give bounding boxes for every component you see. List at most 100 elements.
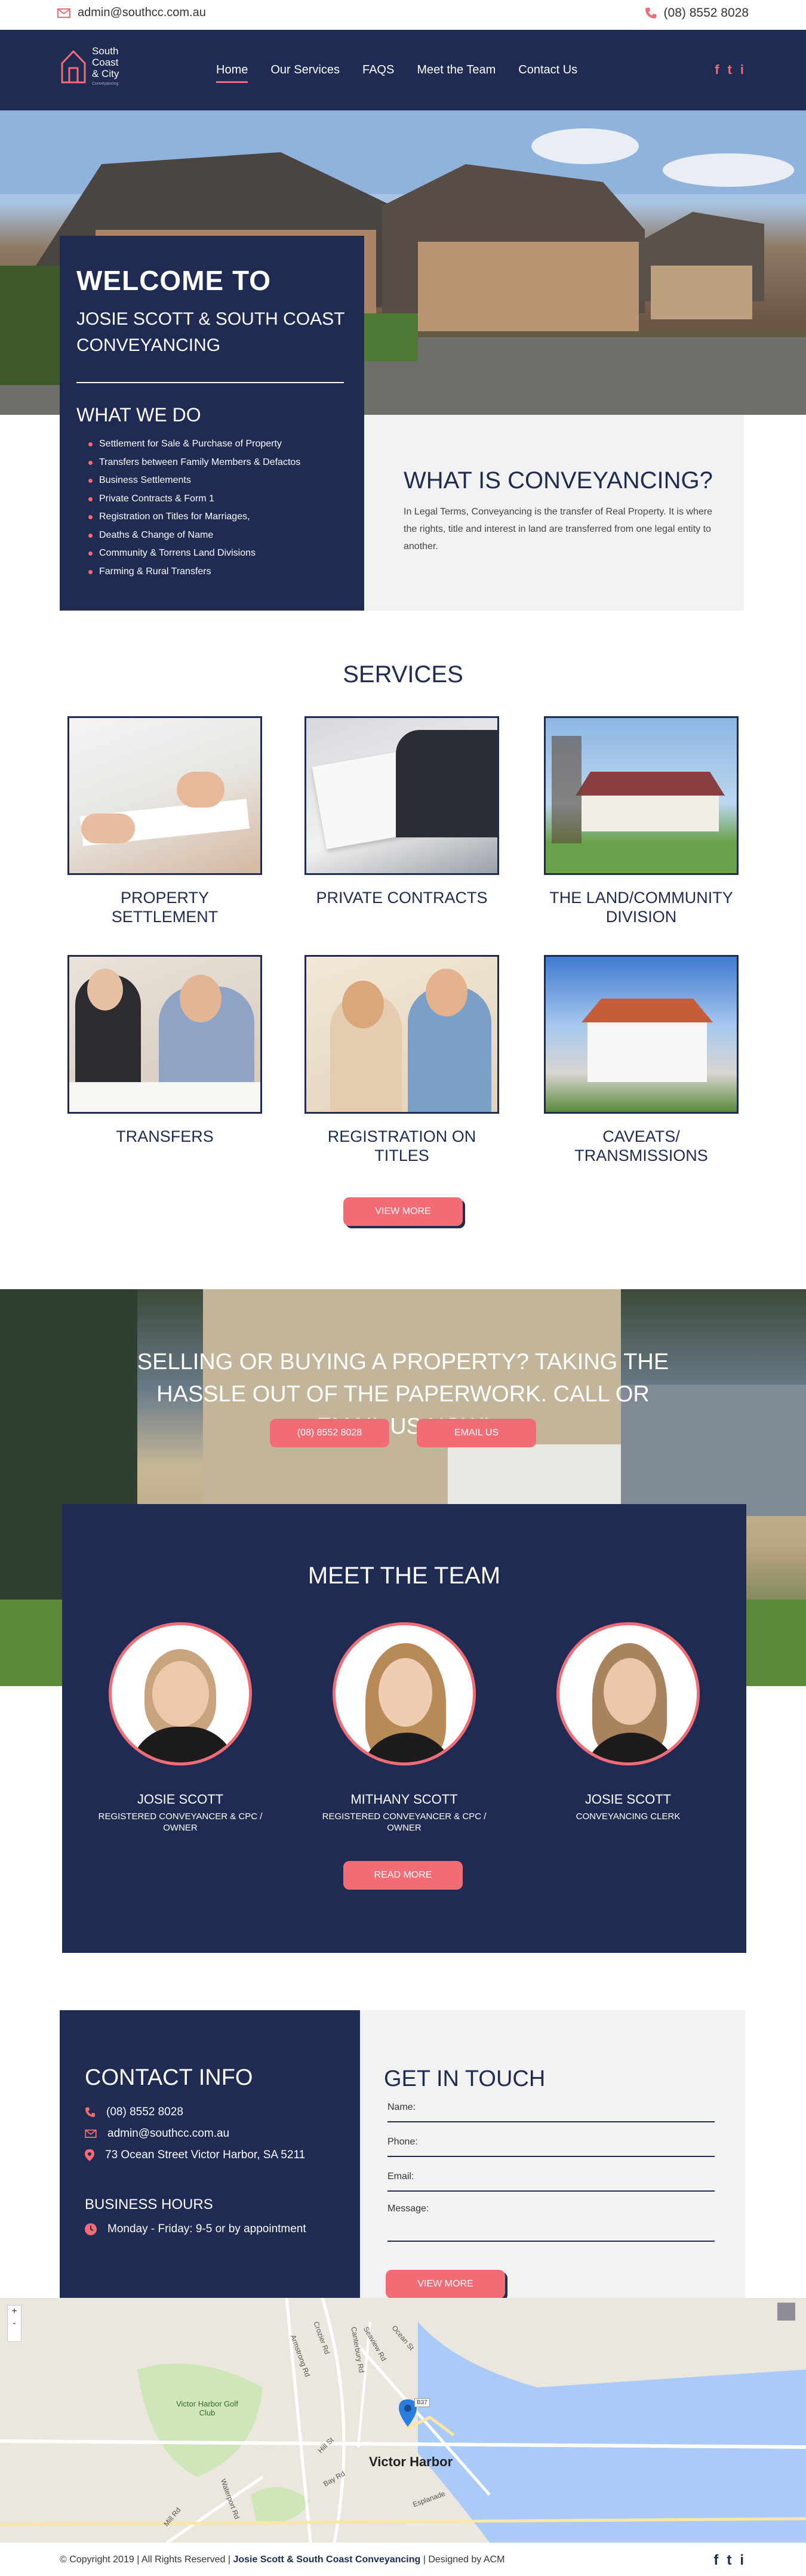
list-item: Deaths & Change of Name — [88, 526, 300, 545]
email-field[interactable]: Email: — [387, 2171, 715, 2192]
view-more-button[interactable]: VIEW MORE — [343, 1197, 463, 1226]
contact-address: 73 Ocean Street Victor Harbor, SA 5211 — [85, 2149, 305, 2162]
name-field[interactable]: Name: — [387, 2102, 715, 2122]
main-nav: South Coast & City Conveyancing Home Our… — [0, 30, 806, 110]
logo-line1: South — [92, 45, 119, 57]
zoom-out-button[interactable]: - — [8, 2318, 21, 2330]
message-field[interactable]: Message: — [387, 2204, 715, 2242]
footer: © Copyright 2019 | All Rights Reserved |… — [0, 2543, 806, 2576]
service-label: TRANSFERS — [116, 1127, 214, 1145]
list-item: Settlement for Sale & Purchase of Proper… — [88, 435, 300, 454]
welcome-divider — [76, 382, 344, 383]
list-item: Transfers between Family Members & Defac… — [88, 454, 300, 472]
location-map[interactable]: + - Victor Harbor Victor Harbor Golf Clu… — [0, 2298, 806, 2543]
submit-button[interactable]: VIEW MORE — [386, 2270, 505, 2298]
email-icon — [57, 8, 70, 18]
contact-email[interactable]: admin@southcc.com.au — [85, 2127, 229, 2140]
member-role: CONVEYANCING CLERK — [576, 1811, 681, 1822]
cta-phone-button[interactable]: (08) 8552 8028 — [270, 1419, 389, 1447]
contact-phone-text[interactable]: (08) 8552 8028 — [106, 2106, 183, 2119]
service-label: CAVEATS/ TRANSMISSIONS — [574, 1127, 708, 1164]
top-bar: admin@southcc.com.au (08) 8552 8028 — [0, 0, 806, 30]
contact-address-text: 73 Ocean Street Victor Harbor, SA 5211 — [105, 2149, 306, 2161]
nav-contact-us[interactable]: Contact Us — [518, 63, 577, 77]
contact-email-text[interactable]: admin@southcc.com.au — [107, 2127, 229, 2140]
welcome-heading: WELCOME TO — [76, 265, 272, 296]
phone-icon — [85, 2107, 96, 2118]
clock-icon — [85, 2223, 97, 2235]
service-label: THE LAND/COMMUNITY DIVISION — [549, 889, 733, 926]
service-card[interactable]: REGISTRATION ON TITLES — [304, 955, 499, 1165]
member-name: JOSIE SCOTT — [137, 1792, 224, 1807]
facebook-icon[interactable]: f — [713, 2552, 718, 2569]
logo-line3: & City — [92, 68, 119, 79]
read-more-button[interactable]: READ MORE — [343, 1861, 463, 1890]
team-member: JOSIE SCOTT REGISTERED CONVEYANCER & CPC… — [97, 1622, 264, 1834]
what-we-do-heading: WHAT WE DO — [76, 404, 201, 426]
map-zoom-controls: + - — [7, 2305, 21, 2342]
fullscreen-icon[interactable] — [777, 2303, 795, 2321]
service-card[interactable]: CAVEATS/ TRANSMISSIONS — [544, 955, 739, 1165]
list-item: Community & Torrens Land Divisions — [88, 544, 300, 563]
twitter-icon[interactable]: t — [727, 2552, 731, 2569]
member-name: JOSIE SCOTT — [584, 1792, 672, 1807]
service-image — [304, 955, 499, 1114]
member-role: REGISTERED CONVEYANCER & CPC / OWNER — [322, 1811, 487, 1833]
cta-email-button[interactable]: EMAIL US — [417, 1419, 536, 1447]
list-item: Private Contracts & Form 1 — [88, 490, 300, 509]
instagram-icon[interactable]: i — [740, 62, 744, 78]
service-label: PROPERTY SETTLEMENT — [111, 889, 219, 926]
logo[interactable]: South Coast & City Conveyancing — [60, 45, 119, 86]
business-hours-title: BUSINESS HOURS — [85, 2196, 213, 2213]
nav-home[interactable]: Home — [216, 63, 248, 83]
logo-tagline: Conveyancing — [92, 82, 119, 86]
what-we-do-list: Settlement for Sale & Purchase of Proper… — [88, 435, 300, 581]
phone-field[interactable]: Phone: — [387, 2137, 715, 2157]
twitter-icon[interactable]: t — [728, 62, 732, 78]
list-item: Registration on Titles for Marriages, — [88, 508, 300, 526]
cta-text: SELLING OR BUYING A PROPERTY? TAKING THE… — [137, 1349, 669, 1439]
phone-icon — [645, 8, 656, 19]
service-image — [544, 716, 739, 875]
contact-phone[interactable]: (08) 8552 8028 — [85, 2106, 183, 2119]
top-email[interactable]: admin@southcc.com.au — [57, 6, 206, 20]
top-phone-text[interactable]: (08) 8552 8028 — [664, 6, 749, 20]
zoom-in-button[interactable]: + — [8, 2306, 21, 2318]
service-image — [544, 955, 739, 1114]
service-card[interactable]: THE LAND/COMMUNITY DIVISION — [544, 716, 739, 926]
nav-meet-the-team[interactable]: Meet the Team — [417, 63, 496, 77]
member-name: MITHANY SCOTT — [350, 1792, 458, 1807]
service-card[interactable]: TRANSFERS — [67, 955, 262, 1146]
nav-faqs[interactable]: FAQS — [362, 63, 394, 77]
footer-copyright: © Copyright 2019 | All Rights Reserved |… — [60, 2555, 504, 2565]
service-card[interactable]: PRIVATE CONTRACTS — [304, 716, 499, 907]
facebook-icon[interactable]: f — [715, 62, 719, 78]
what-is-body: In Legal Terms, Conveyancing is the tran… — [404, 507, 712, 551]
house-logo-icon — [61, 50, 86, 84]
footer-designed: | Designed by ACM — [423, 2555, 505, 2565]
name-label: Name: — [387, 2102, 416, 2112]
social-links: f t i — [715, 62, 744, 78]
what-is-conveyancing: WHAT IS CONVEYANCING? In Legal Terms, Co… — [364, 415, 744, 611]
top-email-text[interactable]: admin@southcc.com.au — [78, 6, 206, 20]
service-image — [67, 716, 262, 875]
welcome-subheading: JOSIE SCOTT & SOUTH COAST CONVEYANCING — [76, 309, 344, 355]
service-card[interactable]: PROPERTY SETTLEMENT — [67, 716, 262, 926]
form-title: GET IN TOUCH — [384, 2066, 546, 2091]
nav-our-services[interactable]: Our Services — [270, 63, 340, 77]
service-image — [67, 955, 262, 1114]
email-label: Email: — [387, 2171, 414, 2181]
avatar — [109, 1622, 252, 1765]
footer-copyright-text: © Copyright 2019 | All Rights Reserved | — [60, 2555, 231, 2565]
footer-company: Josie Scott & South Coast Conveyancing — [233, 2555, 421, 2565]
service-label: REGISTRATION ON TITLES — [327, 1127, 476, 1164]
map-route-badge: B37 — [414, 2398, 430, 2407]
location-pin-icon — [85, 2149, 94, 2161]
message-label: Message: — [387, 2204, 429, 2214]
business-hours: Monday - Friday: 9-5 or by appointment — [85, 2223, 306, 2236]
top-phone[interactable]: (08) 8552 8028 — [645, 6, 749, 20]
list-item: Business Settlements — [88, 472, 300, 490]
instagram-icon[interactable]: i — [740, 2552, 744, 2569]
avatar — [556, 1622, 700, 1765]
team-member: MITHANY SCOTT REGISTERED CONVEYANCER & C… — [321, 1622, 488, 1834]
